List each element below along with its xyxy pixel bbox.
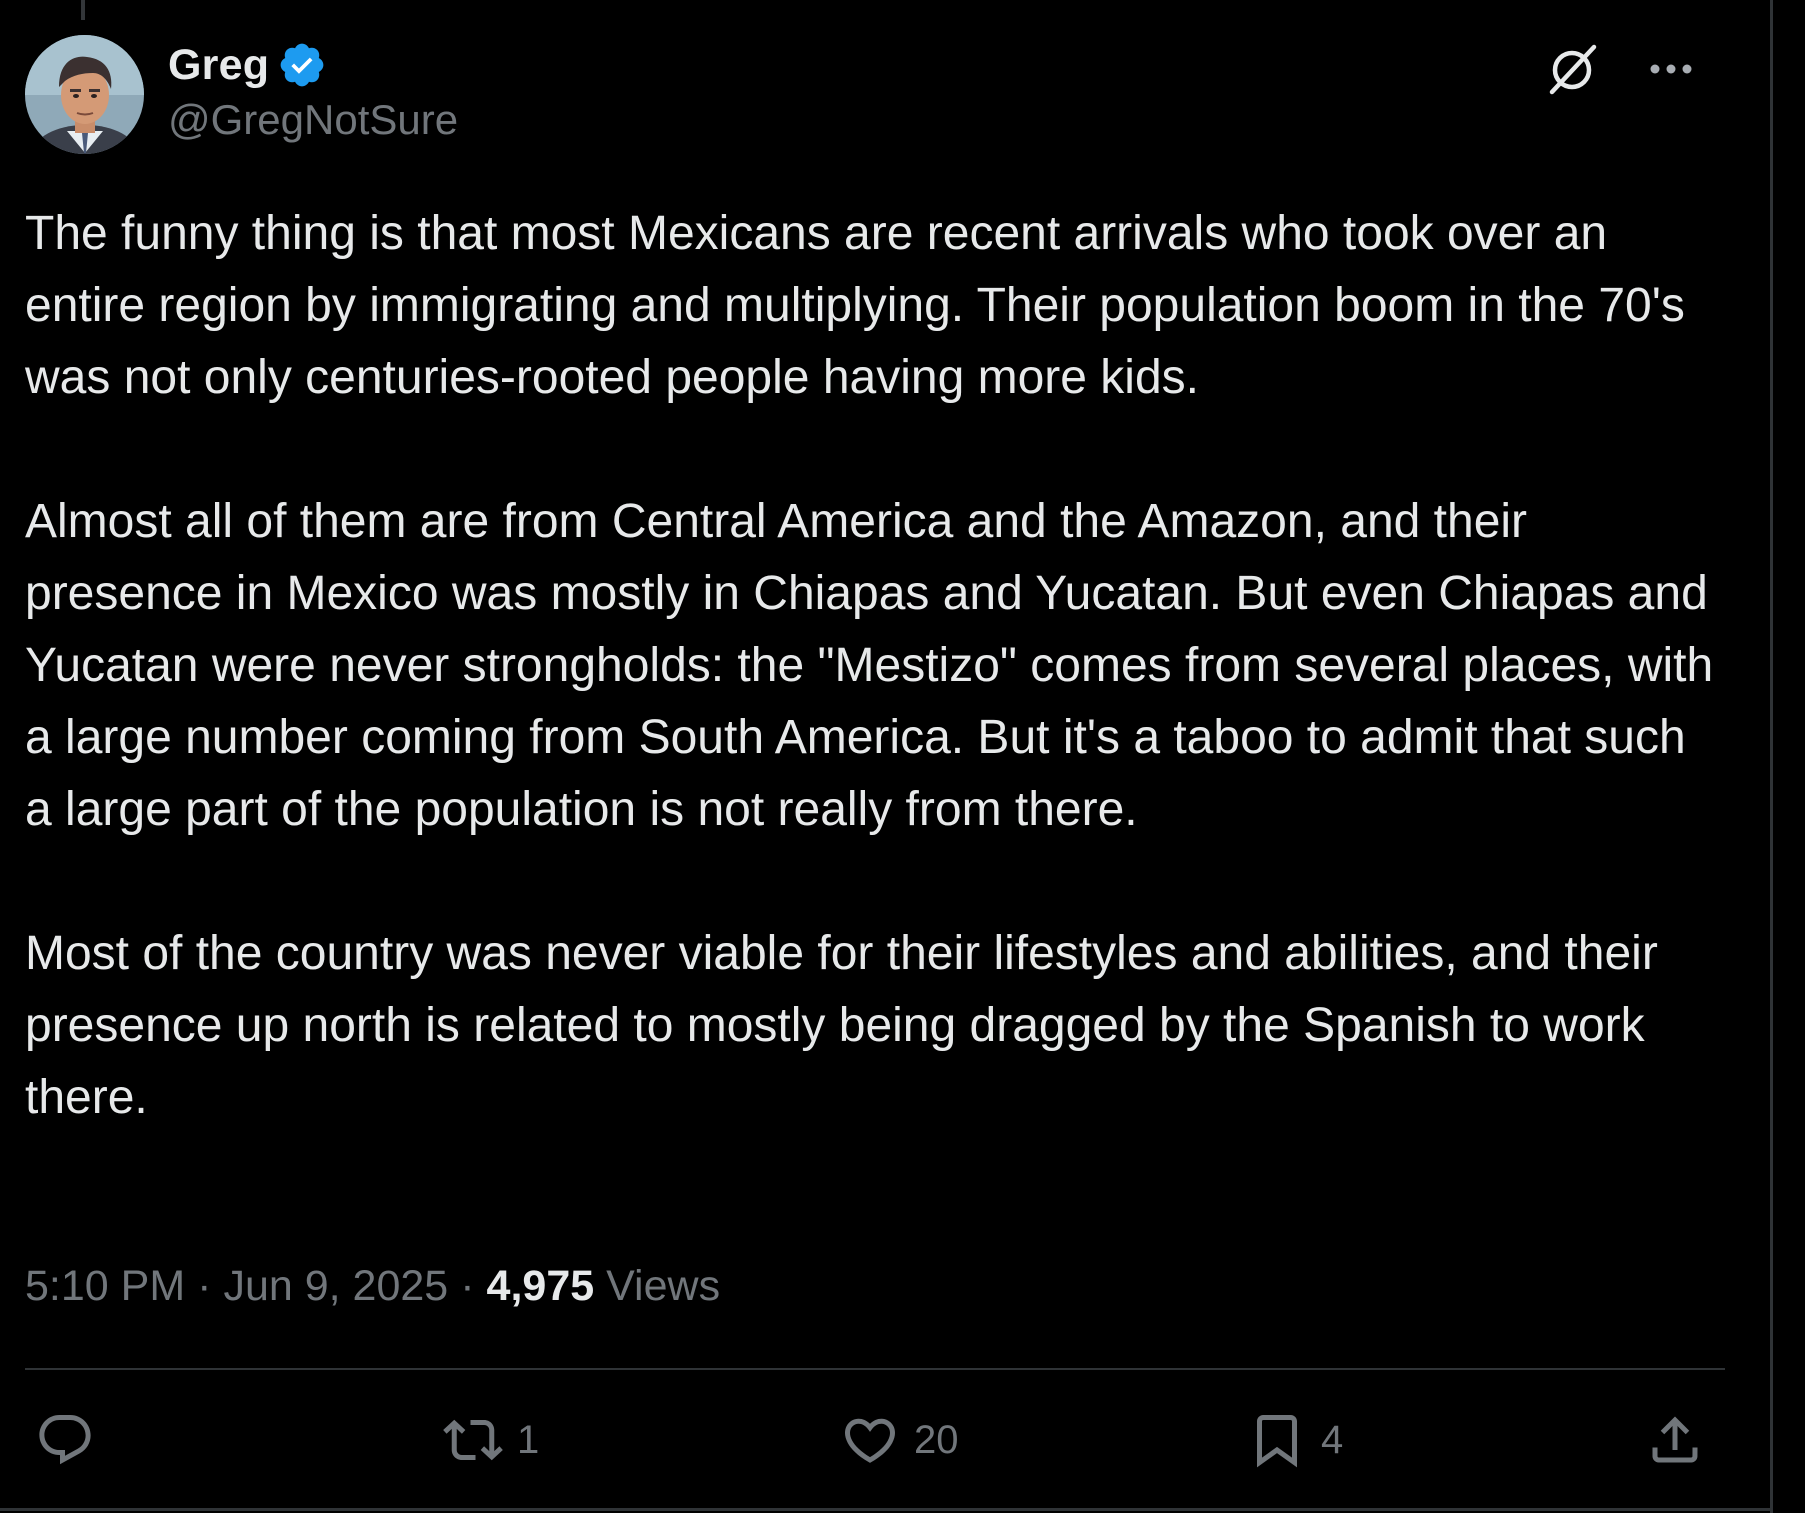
- handle[interactable]: @GregNotSure: [168, 96, 458, 144]
- repost-count: 1: [517, 1417, 540, 1462]
- display-name[interactable]: Greg: [168, 41, 269, 90]
- top-actions: [1544, 40, 1700, 98]
- like-button[interactable]: 20: [840, 1405, 959, 1475]
- action-bar: 1 20 4: [25, 1405, 1725, 1475]
- author-info: Greg @GregNotSure: [168, 40, 458, 144]
- post-paragraph: The funny thing is that most Mexicans ar…: [25, 207, 1685, 404]
- post-text: The funny thing is that most Mexicans ar…: [25, 198, 1725, 1206]
- views-count[interactable]: 4,975: [487, 1262, 595, 1311]
- post-paragraph: Almost all of them are from Central Amer…: [25, 495, 1714, 836]
- like-icon: [840, 1410, 900, 1470]
- bookmark-button[interactable]: 4: [1247, 1405, 1343, 1475]
- repost-icon: [443, 1410, 503, 1470]
- reply-icon: [35, 1410, 95, 1470]
- divider: [25, 1368, 1725, 1370]
- column-border: [1770, 0, 1773, 1513]
- avatar[interactable]: [25, 35, 144, 154]
- post-meta: 5:10 PM · Jun 9, 2025 · 4,975 Views: [25, 1262, 720, 1311]
- share-button[interactable]: [1645, 1405, 1705, 1475]
- meta-separator: ·: [460, 1262, 475, 1310]
- share-icon: [1645, 1410, 1705, 1470]
- post-bottom-border: [0, 1508, 1770, 1511]
- bookmark-icon: [1247, 1410, 1307, 1470]
- like-count: 20: [914, 1417, 959, 1462]
- grok-icon[interactable]: [1544, 40, 1602, 98]
- avatar-image: [25, 35, 144, 154]
- more-icon[interactable]: [1642, 40, 1700, 98]
- post-date[interactable]: Jun 9, 2025: [223, 1262, 448, 1311]
- meta-separator: ·: [197, 1262, 212, 1310]
- views-label: Views: [606, 1262, 721, 1310]
- name-row: Greg: [168, 40, 458, 90]
- post: Greg @GregNotSure The funny thing is tha…: [25, 0, 1725, 1505]
- reply-button[interactable]: [35, 1405, 109, 1475]
- bookmark-count: 4: [1321, 1417, 1344, 1462]
- post-paragraph: Most of the country was never viable for…: [25, 927, 1658, 1124]
- post-time[interactable]: 5:10 PM: [25, 1262, 185, 1311]
- repost-button[interactable]: 1: [443, 1405, 539, 1475]
- verified-badge-icon[interactable]: [277, 40, 327, 90]
